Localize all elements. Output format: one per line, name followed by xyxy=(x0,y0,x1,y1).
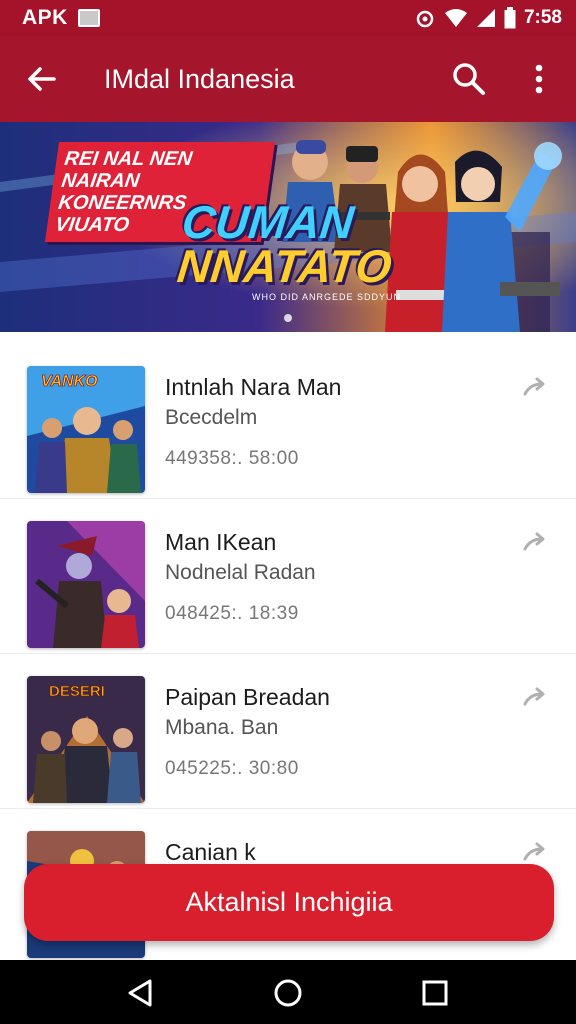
list-item[interactable]: VANKO Intnlah Nara Man Bcecdelm 449358:.… xyxy=(0,348,576,499)
share-arrow-icon[interactable] xyxy=(522,376,552,400)
primary-action-button[interactable]: Aktalnisl Inchigiia xyxy=(24,864,554,941)
item-meta: 048425:. 18:39 xyxy=(165,603,299,624)
back-triangle-icon[interactable] xyxy=(124,976,158,1010)
item-meta: 449358:. 58:00 xyxy=(165,448,299,469)
battery-icon xyxy=(504,7,516,29)
banner-caption: WHO DID ANRGEDE SDDYUN xyxy=(252,292,402,302)
item-meta: 045225:. 30:80 xyxy=(165,758,299,779)
item-title: Intnlah Nara Man xyxy=(165,374,342,400)
list-item[interactable]: DESERI Paipan Breadan Mbana. Ban 045225:… xyxy=(0,658,576,809)
item-title: Paipan Breadan xyxy=(165,684,330,710)
clock: 7:58 xyxy=(523,7,562,28)
search-icon[interactable] xyxy=(450,60,488,98)
banner-headline-line2: NNATATO xyxy=(174,240,395,292)
promo-banner[interactable]: REI NAL NEN NAIRAN KONEERNRS VIUATO CUMA… xyxy=(0,122,576,332)
page-title: IMdal Indanesia xyxy=(104,64,295,94)
item-thumbnail: VANKO xyxy=(27,366,145,493)
status-bar: APK 7:58 xyxy=(0,0,576,36)
more-vert-icon[interactable] xyxy=(524,60,554,98)
alarm-icon xyxy=(416,10,434,28)
item-thumbnail: DESERI xyxy=(27,676,145,803)
item-subtitle: Mbana. Ban xyxy=(165,716,279,739)
notification-icon xyxy=(77,9,100,27)
item-thumbnail xyxy=(27,521,145,648)
share-arrow-icon[interactable] xyxy=(522,841,552,865)
share-arrow-icon[interactable] xyxy=(522,531,552,555)
item-subtitle: Bcecdelm xyxy=(165,406,258,429)
carousel-indicator[interactable] xyxy=(284,314,292,322)
item-subtitle: Nodnelal Radan xyxy=(165,561,316,584)
banner-headline-line1: CUMAN xyxy=(179,196,357,248)
app-bar: IMdal Indanesia xyxy=(0,36,576,122)
share-arrow-icon[interactable] xyxy=(522,686,552,710)
banner-headline: CUMAN NNATATO xyxy=(174,196,398,292)
home-circle-icon[interactable] xyxy=(271,976,305,1010)
item-title: Canian k xyxy=(165,839,256,865)
carrier-label: APK xyxy=(22,6,68,29)
thumbnail-logo-text: DESERI xyxy=(49,683,105,700)
system-nav-bar xyxy=(0,960,576,1024)
thumbnail-logo-text: VANKO xyxy=(41,373,98,390)
back-arrow-icon[interactable] xyxy=(24,61,60,97)
wifi-icon xyxy=(444,9,467,27)
item-title: Man IKean xyxy=(165,529,277,555)
banner-tag-line1: REI NAL NEN NAIRAN xyxy=(60,148,194,192)
signal-icon xyxy=(476,9,495,27)
status-icons: 7:58 xyxy=(414,0,562,36)
list-item[interactable]: Man IKean Nodnelal Radan 048425:. 18:39 xyxy=(0,503,576,654)
recents-square-icon[interactable] xyxy=(418,976,452,1010)
